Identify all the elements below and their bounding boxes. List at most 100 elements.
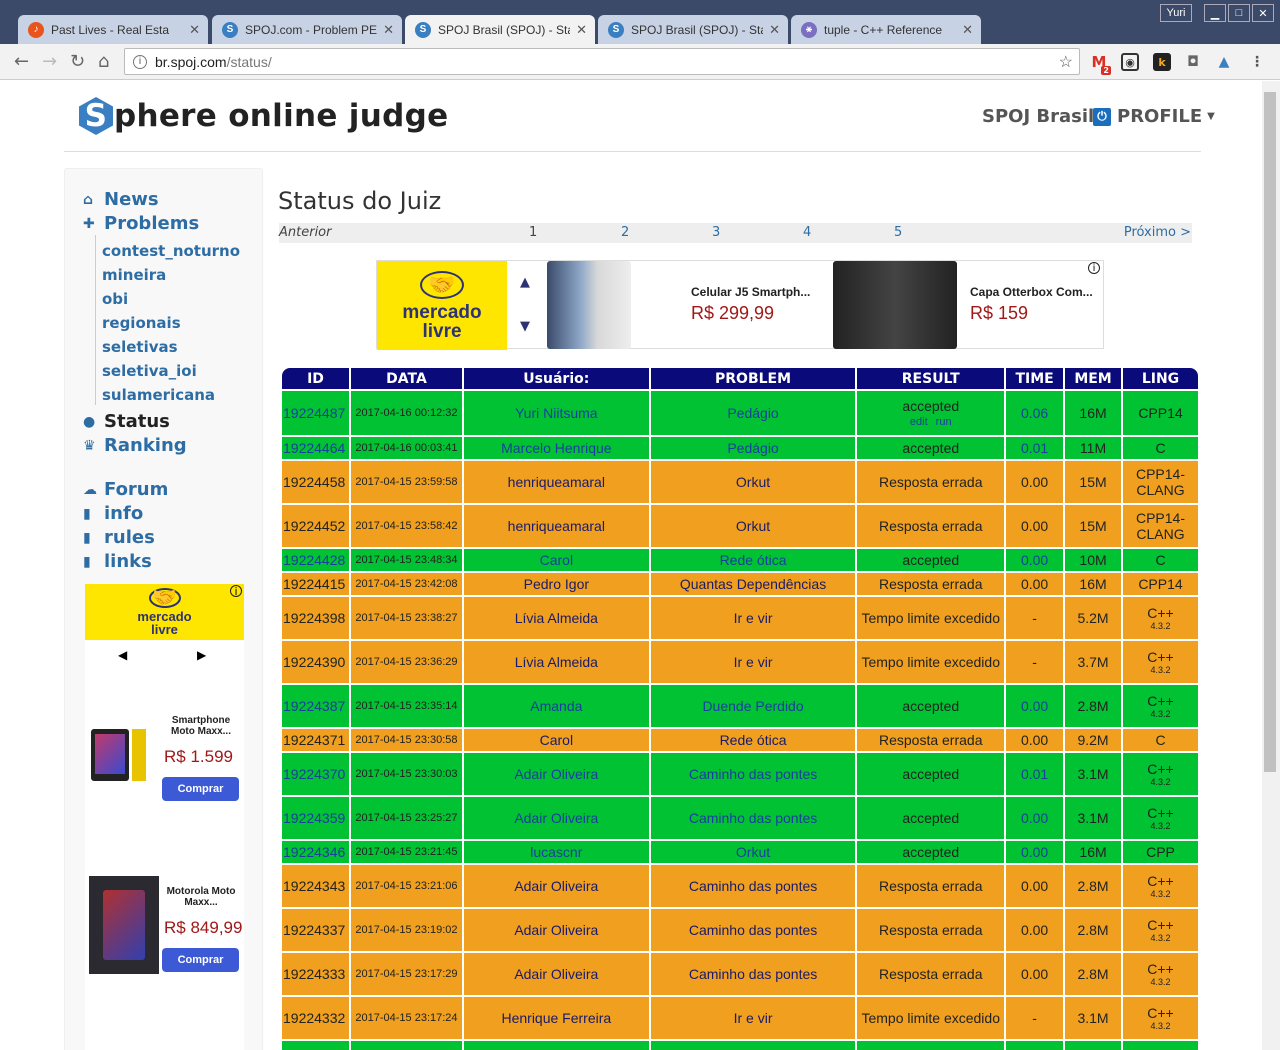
- sidebar-item-info[interactable]: ▮ info: [83, 503, 143, 524]
- user-link[interactable]: Adair Oliveira: [463, 797, 649, 839]
- submission-id[interactable]: 19224387: [282, 685, 349, 727]
- page-link-3[interactable]: 3: [712, 225, 720, 240]
- tab-close-icon[interactable]: ✕: [189, 22, 200, 38]
- ad-info-icon[interactable]: i: [1088, 262, 1100, 274]
- ad-product-image[interactable]: [89, 876, 159, 974]
- camera-extension-icon[interactable]: ◘: [1184, 53, 1202, 71]
- next-arrow-icon[interactable]: ▶: [197, 648, 206, 662]
- problem-link[interactable]: Ir e vir: [650, 641, 856, 683]
- problem-link[interactable]: Caminho das pontes: [650, 797, 856, 839]
- address-bar[interactable]: i br.spoj.com/status/ ☆: [124, 48, 1080, 75]
- column-header[interactable]: Usuário:: [463, 368, 649, 389]
- ad-product-image[interactable]: [833, 261, 957, 349]
- close-window-button[interactable]: ✕: [1252, 4, 1274, 22]
- sidebar-subitem[interactable]: mineira: [102, 266, 166, 284]
- back-icon[interactable]: ←: [14, 52, 29, 72]
- user-link[interactable]: Lívia Almeida: [463, 597, 649, 639]
- problem-link[interactable]: Orkut: [650, 505, 856, 547]
- buy-button[interactable]: Comprar: [162, 948, 239, 972]
- sidebar-subitem[interactable]: seletivas: [102, 338, 178, 356]
- gmail-extension-icon[interactable]: M2: [1090, 53, 1111, 75]
- browser-tab[interactable]: S SPOJ Brasil (SPOJ) - Stat ✕: [405, 15, 595, 44]
- brand-link[interactable]: SPOJ Brasil: [982, 106, 1094, 127]
- user-link[interactable]: Adair Oliveira: [463, 753, 649, 795]
- user-link[interactable]: Amanda: [463, 685, 649, 727]
- minimize-button[interactable]: ▁: [1204, 4, 1226, 22]
- problem-link[interactable]: Rede ótica: [650, 549, 856, 571]
- browser-tab[interactable]: ⚹ tuple - C++ Reference ✕: [791, 15, 981, 44]
- submission-id[interactable]: 19224359: [282, 797, 349, 839]
- pagination-next[interactable]: Próximo >: [1124, 225, 1191, 240]
- profile-badge[interactable]: Yuri: [1160, 4, 1192, 22]
- user-link[interactable]: Carol: [463, 549, 649, 571]
- user-link[interactable]: Adair Oliveira: [463, 953, 649, 995]
- submission-id[interactable]: 19224415: [282, 573, 349, 595]
- bookmark-star-icon[interactable]: ☆: [1059, 52, 1073, 72]
- submission-id[interactable]: 19224332: [282, 997, 349, 1039]
- ad-product-name[interactable]: Smartphone Moto Maxx...: [163, 715, 239, 737]
- problem-link[interactable]: Pedágio: [650, 437, 856, 459]
- submission-id[interactable]: 19224370: [282, 753, 349, 795]
- mercado-livre-logo[interactable]: 🤝 mercado livre: [85, 584, 244, 640]
- problem-link[interactable]: Ir e vir: [650, 597, 856, 639]
- problem-link[interactable]: Pedágio: [650, 391, 856, 435]
- submission-id[interactable]: 19224333: [282, 953, 349, 995]
- submission-id[interactable]: 19224371: [282, 729, 349, 751]
- down-arrow-icon[interactable]: ▼: [520, 319, 530, 334]
- sidebar-item-problems[interactable]: ✚ Problems: [83, 213, 199, 234]
- submission-id[interactable]: 19224390: [282, 641, 349, 683]
- browser-tab[interactable]: S SPOJ.com - Problem PE ✕: [212, 15, 402, 44]
- ad-product-name[interactable]: Celular J5 Smartph...: [691, 285, 810, 299]
- mercado-livre-logo[interactable]: 🤝 mercado livre: [377, 261, 507, 350]
- ad-product-image[interactable]: [547, 261, 631, 349]
- user-link[interactable]: Marcelo Henrique: [463, 437, 649, 459]
- ad-product-image[interactable]: [91, 729, 129, 781]
- problem-link[interactable]: Caminho das pontes: [650, 865, 856, 907]
- browser-tab[interactable]: S SPOJ Brasil (SPOJ) - Stat ✕: [598, 15, 788, 44]
- user-link[interactable]: lucascnr: [463, 841, 649, 863]
- sidebar-item-links[interactable]: ▮ links: [83, 551, 152, 572]
- up-arrow-icon[interactable]: ▲: [520, 275, 530, 290]
- prev-arrow-icon[interactable]: ◀: [118, 648, 127, 662]
- forward-icon[interactable]: →: [42, 52, 57, 72]
- column-header[interactable]: MEM: [1065, 368, 1121, 389]
- sidebar-subitem[interactable]: obi: [102, 290, 128, 308]
- sidebar-subitem[interactable]: seletiva_ioi: [102, 362, 197, 380]
- maximize-button[interactable]: □: [1228, 4, 1250, 22]
- ad-product-price[interactable]: R$ 159: [970, 303, 1028, 324]
- submission-id[interactable]: 19224343: [282, 865, 349, 907]
- ad-product-price[interactable]: R$ 299,99: [691, 303, 774, 324]
- sidebar-subitem[interactable]: regionais: [102, 314, 181, 332]
- translate-extension-icon[interactable]: ▲: [1215, 53, 1233, 71]
- user-link[interactable]: Carol: [463, 729, 649, 751]
- problem-link[interactable]: Ir e vir: [650, 997, 856, 1039]
- column-header[interactable]: TIME: [1006, 368, 1064, 389]
- column-header[interactable]: ID: [282, 368, 349, 389]
- problem-link[interactable]: Quantas Dependências: [650, 573, 856, 595]
- tab-close-icon[interactable]: ✕: [383, 22, 394, 38]
- user-link[interactable]: [463, 1041, 649, 1050]
- user-link[interactable]: Adair Oliveira: [463, 909, 649, 951]
- tab-close-icon[interactable]: ✕: [962, 22, 973, 38]
- user-link[interactable]: Pedro Igor: [463, 573, 649, 595]
- submission-id[interactable]: 19224428: [282, 549, 349, 571]
- problem-link[interactable]: Duende Perdido: [650, 685, 856, 727]
- page-link-5[interactable]: 5: [894, 225, 902, 240]
- ad-product-image[interactable]: [132, 729, 146, 781]
- page-link-4[interactable]: 4: [803, 225, 811, 240]
- user-link[interactable]: Yuri Niitsuma: [463, 391, 649, 435]
- profile-menu[interactable]: ⏻ PROFILE ▼: [1093, 106, 1215, 127]
- submission-id[interactable]: 19224337: [282, 909, 349, 951]
- sidebar-item-rules[interactable]: ▮ rules: [83, 527, 155, 548]
- ad-product-name[interactable]: Capa Otterbox Com...: [970, 285, 1093, 299]
- user-link[interactable]: Lívia Almeida: [463, 641, 649, 683]
- problem-link[interactable]: Caminho das pontes: [650, 753, 856, 795]
- tab-close-icon[interactable]: ✕: [576, 22, 587, 38]
- ad-product-price[interactable]: R$ 1.599: [164, 747, 233, 767]
- browser-tab[interactable]: ♪ Past Lives - Real Esta ✕: [18, 15, 208, 44]
- scrollbar-thumb[interactable]: [1264, 92, 1276, 772]
- submission-id[interactable]: 19224487: [282, 391, 349, 435]
- info-icon[interactable]: i: [133, 54, 147, 69]
- submission-id[interactable]: 19224458: [282, 461, 349, 503]
- reload-icon[interactable]: ↻: [70, 52, 85, 72]
